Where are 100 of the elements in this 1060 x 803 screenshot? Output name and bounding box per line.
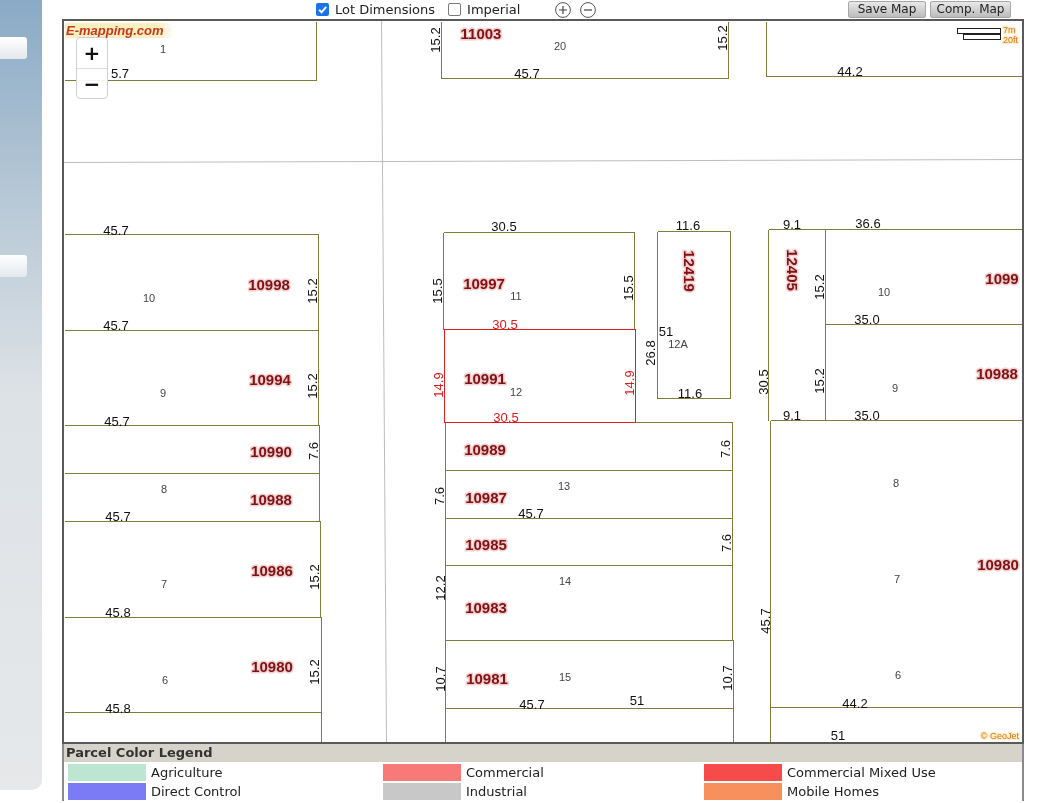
lot-number: 7 [893,573,901,585]
parcel-outline[interactable] [443,328,637,424]
lot-number: 12A [668,338,688,350]
dimension-label: 45.7 [103,317,129,333]
parcel-outline[interactable] [770,707,1022,742]
dimension-label: 7.6 [431,486,447,506]
zoom-out-icon[interactable] [580,1,597,18]
dimension-label: 45.7 [518,505,544,521]
dimension-label: 7.6 [718,533,734,553]
dimension-label: 15.2 [714,25,730,51]
address-label: 10987 [465,488,507,506]
parcel-outline[interactable] [825,324,1022,421]
parcel-outline[interactable] [443,232,635,330]
address-label: 10997 [463,274,505,292]
toolbar-button[interactable]: Save Map [848,1,926,18]
parcel-outline[interactable] [64,473,320,522]
parcel-outline[interactable] [445,518,733,566]
dimension-label: 15.2 [811,274,827,300]
dimension-label: 11.6 [675,217,701,233]
dimension-label: 45.7 [103,222,129,238]
dimension-label: 35.0 [854,311,880,327]
dimension-label: 45.7 [757,608,773,634]
address-label: 10994 [249,370,291,388]
parcel-outline[interactable] [445,470,733,519]
toolbar-button[interactable]: Comp. Map [930,1,1011,18]
dimension-label: 7.6 [717,439,733,459]
dimension-label: 36.6 [855,215,881,231]
dimension-label: 26.8 [642,340,658,366]
legend-label: Industrial [466,784,527,799]
parcel-outline[interactable] [64,521,321,618]
parcel-outline[interactable] [445,565,733,641]
address-label: 10991 [464,369,506,387]
dimension-label: 15.2 [304,278,320,304]
dimension-label: 15.2 [304,373,320,399]
checkbox[interactable] [316,3,329,16]
lot-number: 7 [160,578,168,590]
dimension-label: 30.5 [492,316,518,332]
lot-number: 8 [892,477,900,489]
checkbox-label[interactable]: Lot Dimensions [335,2,436,17]
checkbox-label[interactable]: Imperial [467,2,521,17]
parcel-outline[interactable] [825,229,1022,325]
address-label: 11003 [460,24,502,42]
legend-label: Commercial [466,765,544,780]
dimension-label: 15.2 [306,564,322,590]
parcel-outline[interactable] [768,229,826,421]
zoom-in-icon[interactable] [555,1,572,18]
dimension-label: 11.6 [677,385,703,401]
parcel-outline[interactable] [64,330,319,426]
legend-label: Agriculture [151,765,223,780]
address-label: 10980 [977,555,1019,573]
dimension-label: 30.5 [493,409,519,425]
parcel-outline[interactable] [64,425,320,474]
lot-number: 9 [159,387,167,399]
address-label: 10986 [251,561,293,579]
dimension-label: 9.1 [782,216,802,232]
dimension-label: 30.5 [491,218,517,234]
dimension-label: 15.2 [427,27,443,53]
scale-bar [957,28,1001,40]
dimension-label: 10.7 [432,666,448,692]
parcel-outline[interactable] [766,21,1022,77]
parcel-outline[interactable] [64,234,319,331]
map-attribution[interactable]: E-mapping.com [65,23,174,38]
parcel-outline[interactable] [64,712,322,742]
dimension-label: 45.7 [514,65,540,81]
parcel-outline[interactable] [445,640,734,709]
dimension-label: 51 [658,323,674,339]
parcel-outline[interactable] [445,708,734,742]
dimension-label: 45.7 [105,508,131,524]
lot-number: 11 [510,290,522,302]
address-label: 10988 [976,364,1018,382]
dimension-label: 44.2 [842,695,868,711]
map-credit: © GeoJet [980,731,1019,741]
parcel-outline[interactable] [657,231,731,399]
dimension-label: 45.8 [105,604,131,620]
dimension-label: 51 [830,727,846,742]
lot-number: 10 [142,292,156,304]
address-label: 10990 [250,442,292,460]
zoom-in-button[interactable]: + [77,38,107,68]
lot-number: 14 [558,575,572,587]
lot-number: 8 [160,483,168,495]
zoom-out-button[interactable]: − [77,68,107,98]
lot-number: 12 [509,386,523,398]
dimension-label: 45.7 [519,696,545,712]
scale-label: 20ft [1003,35,1018,45]
parcel-outline[interactable] [441,21,729,79]
lot-number: 20 [553,40,567,52]
dimension-label: 15.5 [620,275,636,301]
dimension-label: 45.7 [104,413,130,429]
lot-number: 6 [894,669,902,681]
parcel-outline[interactable] [64,617,322,713]
dimension-label: 30.5 [755,369,771,395]
dimension-label: 44.2 [837,63,863,79]
lot-number: 6 [161,674,169,686]
lot-number: 9 [891,382,899,394]
scale-label: 7m [1003,25,1016,35]
dimension-label: 9.1 [782,407,802,423]
dimension-label: 51 [629,692,645,708]
parcel-outline[interactable] [64,21,317,81]
dimension-label: 15.5 [429,278,445,304]
checkbox[interactable] [448,3,462,16]
